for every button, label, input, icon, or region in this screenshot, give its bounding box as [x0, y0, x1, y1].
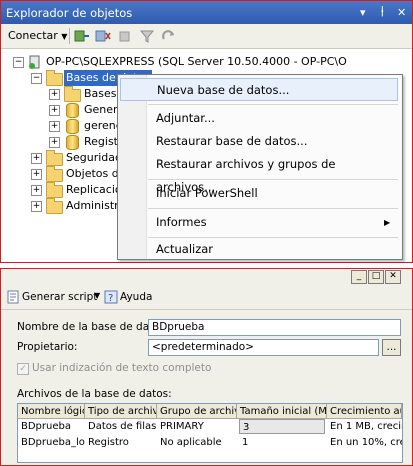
column-header[interactable]: Tipo de archivo	[85, 404, 157, 419]
connect-label: Conectar	[8, 29, 58, 42]
pin-icon[interactable]: ᚽ	[379, 5, 386, 18]
tree-node-replication[interactable]: + Replicación	[31, 182, 129, 198]
column-header[interactable]: Crecimiento automático	[327, 404, 402, 419]
menu-item-label: Informes	[156, 215, 207, 229]
table-cell[interactable]: BDprueba_log	[18, 435, 85, 450]
tree-node-server[interactable]: − OP-PC\SQLEXPRESS (SQL Server 10.50.400…	[13, 54, 408, 70]
db-name-label: Nombre de la base de datos:	[17, 321, 169, 333]
expand-icon[interactable]: +	[49, 137, 60, 148]
table-cell[interactable]: En un 10%, crecimi	[327, 435, 402, 450]
table-cell[interactable]: BDprueba	[18, 419, 85, 434]
menu-item-restore-database[interactable]: Restaurar base de datos...	[120, 130, 398, 153]
table-cell[interactable]: Registro	[85, 435, 157, 450]
connect-button[interactable]: Conectar ▼	[8, 29, 67, 42]
folder-icon	[46, 150, 63, 166]
folder-icon	[46, 182, 63, 198]
expand-icon[interactable]: +	[31, 185, 42, 196]
collapse-icon[interactable]: −	[31, 73, 42, 84]
tree-node-server-objects[interactable]: + Objetos de	[31, 166, 126, 182]
close-icon[interactable]: ✕	[397, 6, 406, 19]
chevron-down-icon: ▼	[61, 32, 68, 41]
stop-icon[interactable]	[117, 29, 133, 43]
disconnect-icon[interactable]	[95, 29, 111, 43]
expand-icon[interactable]: +	[49, 121, 60, 132]
menu-item-new-database[interactable]: Nueva base de datos...	[120, 78, 398, 101]
tree-node-database[interactable]: + gerencic	[49, 118, 131, 134]
tree-node-security[interactable]: + Seguridad	[31, 150, 122, 166]
close-button[interactable]: ✕	[385, 270, 401, 284]
chevron-down-icon[interactable]: ▼	[94, 291, 100, 300]
svg-text:?: ?	[108, 293, 113, 304]
expand-icon[interactable]: +	[31, 169, 42, 180]
object-explorer-titlebar: Explorador de objetos ▾ ᚽ ✕	[1, 1, 412, 24]
db-name-input[interactable]: BDprueba	[148, 319, 401, 336]
column-header[interactable]: Tamaño inicial (MB)	[237, 404, 327, 419]
folder-icon	[46, 166, 63, 182]
table-cell[interactable]: 1	[239, 435, 325, 450]
maximize-button[interactable]: □	[368, 270, 384, 284]
new-database-dialog: _ □ ✕ Generar script ▼ ? Ayuda Nombre de…	[0, 268, 413, 466]
server-label: OP-PC\SQLEXPRESS (SQL Server 10.50.4000 …	[46, 55, 347, 68]
menu-item-attach[interactable]: Adjuntar...	[120, 107, 398, 130]
submenu-arrow-icon: ▶	[384, 218, 391, 227]
folder-icon	[46, 70, 63, 86]
help-icon: ?	[104, 290, 118, 307]
explorer-toolbar: Conectar ▼	[1, 24, 412, 49]
owner-label: Propietario:	[17, 341, 78, 353]
menu-item-restore-files[interactable]: Restaurar archivos y grupos de archivos.…	[120, 153, 398, 194]
tree-node-label: Seguridad	[66, 151, 122, 164]
tree-node-management[interactable]: + Administrac	[31, 198, 131, 214]
files-label: Archivos de la base de datos:	[17, 388, 172, 400]
dialog-toolbar: Generar script ▼ ? Ayuda	[1, 285, 412, 310]
expand-icon[interactable]: +	[31, 201, 42, 212]
collapse-icon[interactable]: −	[13, 57, 24, 68]
table-cell[interactable]: 3	[239, 419, 325, 434]
help-button[interactable]: Ayuda	[120, 291, 152, 303]
refresh-icon[interactable]	[161, 29, 177, 43]
context-menu: Nueva base de datos... Adjuntar... Resta…	[117, 74, 403, 260]
folder-icon	[64, 86, 81, 102]
table-cell[interactable]: En 1 MB, crecimien	[327, 419, 402, 434]
menu-item-powershell[interactable]: Iniciar PowerShell	[120, 182, 398, 205]
table-cell[interactable]: Datos de filas	[85, 419, 157, 434]
menu-separator	[148, 208, 398, 209]
menu-item-refresh[interactable]: Actualizar	[120, 238, 398, 261]
generate-script-button[interactable]: Generar script	[22, 291, 97, 303]
folder-icon	[46, 198, 63, 214]
column-header[interactable]: Grupo de archivos	[157, 404, 237, 419]
browse-owner-button[interactable]: ...	[382, 339, 401, 356]
minimize-button[interactable]: _	[351, 270, 367, 284]
database-icon	[66, 103, 79, 118]
object-explorer-panel: Explorador de objetos ▾ ᚽ ✕ Conectar ▼ −	[0, 0, 413, 263]
database-icon	[66, 135, 79, 150]
panel-title: Explorador de objetos	[6, 6, 133, 20]
connect-server-icon[interactable]	[74, 29, 90, 43]
table-row[interactable]: BDprueba_log Registro No aplicable 1 En …	[18, 435, 402, 450]
dropdown-icon[interactable]: ▾	[360, 6, 366, 19]
expand-icon[interactable]: +	[49, 89, 60, 100]
filter-icon[interactable]	[139, 29, 155, 43]
toolbar-separator	[69, 28, 70, 44]
table-row[interactable]: BDprueba Datos de filas PRIMARY 3 En 1 M…	[18, 419, 402, 434]
script-icon	[6, 290, 20, 307]
database-icon	[66, 119, 79, 134]
fulltext-label: Usar indización de texto completo	[32, 362, 212, 374]
tree-node-system-databases[interactable]: + Bases d	[49, 86, 127, 102]
table-cell[interactable]: No aplicable	[157, 435, 237, 450]
tree-node-database[interactable]: + Registr	[49, 134, 123, 150]
tree-node-database[interactable]: + Genera	[49, 102, 124, 118]
fulltext-checkbox[interactable]: ✓	[17, 363, 29, 375]
expand-icon[interactable]: +	[31, 153, 42, 164]
table-cell[interactable]: PRIMARY	[157, 419, 237, 434]
expand-icon[interactable]: +	[49, 105, 60, 116]
menu-separator	[148, 179, 398, 180]
column-header[interactable]: Nombre lógico	[18, 404, 85, 419]
database-files-grid: Nombre lógico Tipo de archivo Grupo de a…	[17, 403, 403, 463]
menu-item-reports[interactable]: Informes ▶	[120, 211, 398, 234]
menu-separator	[148, 104, 398, 105]
owner-input[interactable]: <predeterminado>	[148, 339, 379, 356]
